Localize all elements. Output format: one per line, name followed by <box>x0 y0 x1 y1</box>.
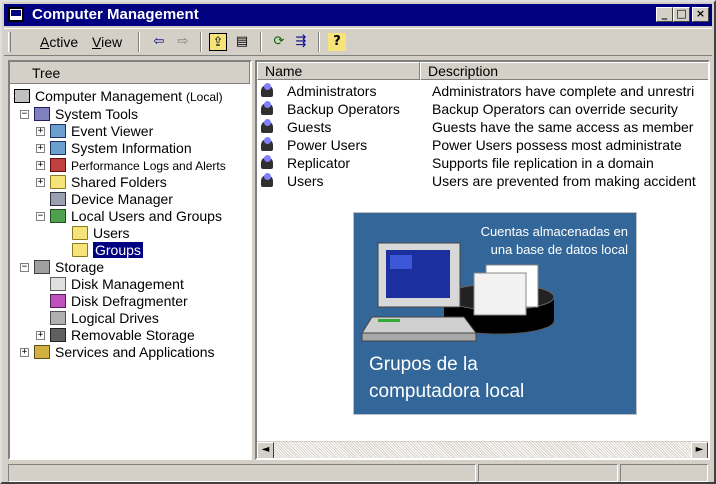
close-button[interactable]: × <box>692 7 709 22</box>
toolbar-separator <box>318 32 320 52</box>
illustration-caption-bottom: Grupos de la computadora local <box>369 354 525 402</box>
tree-node-storage[interactable]: − Storage <box>20 259 104 276</box>
status-panel-main <box>8 464 476 482</box>
column-header-description[interactable]: Description <box>420 62 708 80</box>
logical-drives-icon <box>50 311 66 325</box>
system-tools-icon <box>34 107 50 121</box>
system-information-icon <box>50 141 66 155</box>
tree-node-shared-folders[interactable]: + Shared Folders <box>36 174 167 191</box>
tree-node-computer-management[interactable]: Computer Management (Local) <box>14 88 223 105</box>
group-icon <box>260 119 276 135</box>
tree-node-system-information[interactable]: + System Information <box>36 140 192 157</box>
open-folder-icon <box>72 243 88 257</box>
toolbar-separator <box>260 32 262 52</box>
window-title: Computer Management <box>32 6 199 23</box>
group-name: Administrators <box>287 83 377 99</box>
tree-node-event-viewer[interactable]: + Event Viewer <box>36 123 153 140</box>
illustration-caption-top: Cuentas almacenadas en una base de datos… <box>480 224 628 257</box>
expand-icon[interactable]: + <box>36 161 45 170</box>
export-list-icon[interactable]: ⇶ <box>292 33 310 51</box>
menu-action[interactable]: Active <box>40 34 78 50</box>
status-panel-tertiary <box>620 464 708 482</box>
maximize-button[interactable]: □ <box>673 7 690 22</box>
up-folder-icon[interactable]: ⇪ <box>209 33 227 51</box>
forward-arrow-icon[interactable]: ⇨ <box>174 33 192 51</box>
collapse-icon[interactable]: − <box>20 263 29 272</box>
group-description: Backup Operators can override security <box>432 101 678 117</box>
menu-view[interactable]: View <box>92 34 122 50</box>
toolbar: Active View ⇦ ⇨ ⇪ ▤ ⟳ ⇶ ? <box>4 28 712 56</box>
back-arrow-icon[interactable]: ⇦ <box>150 33 168 51</box>
status-bar <box>4 464 712 482</box>
tree-node-disk-defragmenter[interactable]: Disk Defragmenter <box>50 293 188 310</box>
tree-node-performance-logs[interactable]: + Performance Logs and Alerts <box>36 157 226 174</box>
horizontal-scrollbar[interactable]: ◄ ► <box>257 441 708 458</box>
show-hide-tree-icon[interactable]: ▤ <box>233 33 251 51</box>
tree-node-logical-drives[interactable]: Logical Drives <box>50 310 159 327</box>
group-icon <box>260 155 276 171</box>
tree-node-device-manager[interactable]: Device Manager <box>50 191 173 208</box>
removable-storage-icon <box>50 328 66 342</box>
column-header-name[interactable]: Name <box>257 62 420 80</box>
tree-node-label: Computer Management <box>35 88 183 104</box>
collapse-icon[interactable]: − <box>36 212 45 221</box>
scroll-left-button[interactable]: ◄ <box>257 442 274 458</box>
computer-management-window: Computer Management _ □ × Active View ⇦ … <box>0 0 716 484</box>
computer-management-icon <box>8 7 24 22</box>
illustration-panel: Cuentas almacenadas en una base de datos… <box>353 212 637 415</box>
expand-icon[interactable]: + <box>36 144 45 153</box>
group-icon <box>260 83 276 99</box>
tree-node-suffix: (Local) <box>185 90 223 104</box>
event-viewer-icon <box>50 124 66 138</box>
group-icon <box>260 173 276 189</box>
group-name: Guests <box>287 119 332 135</box>
disk-management-icon <box>50 277 66 291</box>
details-pane[interactable]: Name Description Administrators Administ… <box>255 60 710 460</box>
disk-defragmenter-icon <box>50 294 66 308</box>
group-description: Supports file replication in a domain <box>432 155 654 171</box>
group-description: Power Users possess most administrate <box>432 137 682 153</box>
content-area: Tree Computer Management (Local) − System… <box>4 58 712 462</box>
toolbar-grip[interactable] <box>8 32 11 52</box>
expand-icon[interactable]: + <box>20 348 29 357</box>
computer-icon <box>14 89 30 103</box>
local-users-groups-icon <box>50 209 66 223</box>
shared-folders-icon <box>50 175 66 189</box>
toolbar-separator <box>138 32 140 52</box>
help-icon[interactable]: ? <box>328 33 346 51</box>
performance-logs-icon <box>50 158 66 172</box>
group-name: Users <box>287 173 324 189</box>
group-icon <box>260 101 276 117</box>
folder-icon <box>72 226 88 240</box>
group-icon <box>260 137 276 153</box>
services-applications-icon <box>34 345 50 359</box>
scroll-right-button[interactable]: ► <box>691 442 708 458</box>
tree-node-system-tools[interactable]: − System Tools <box>20 106 138 123</box>
tree-node-users[interactable]: Users <box>72 225 130 242</box>
expand-icon[interactable]: + <box>36 127 45 136</box>
tree-node-groups[interactable]: Groups <box>72 242 143 259</box>
group-name: Power Users <box>287 137 368 153</box>
title-bar[interactable]: Computer Management _ □ × <box>4 4 712 26</box>
device-manager-icon <box>50 192 66 206</box>
tree-node-removable-storage[interactable]: + Removable Storage <box>36 327 195 344</box>
group-description: Users are prevented from making accident <box>432 173 696 189</box>
group-description: Guests have the same access as member <box>432 119 694 135</box>
tree-header[interactable]: Tree <box>10 62 250 84</box>
refresh-icon[interactable]: ⟳ <box>270 33 288 51</box>
minimize-button[interactable]: _ <box>656 7 673 22</box>
expand-icon[interactable]: + <box>36 331 45 340</box>
collapse-icon[interactable]: − <box>20 110 29 119</box>
group-name: Backup Operators <box>287 101 400 117</box>
group-name: Replicator <box>287 155 351 171</box>
toolbar-separator <box>200 32 202 52</box>
group-description: Administrators have complete and unrestr… <box>432 83 695 99</box>
tree-node-services-and-applications[interactable]: + Services and Applications <box>20 344 215 361</box>
tree-node-local-users-and-groups[interactable]: − Local Users and Groups <box>36 208 222 225</box>
expand-icon[interactable]: + <box>36 178 45 187</box>
storage-icon <box>34 260 50 274</box>
tree-pane[interactable]: Tree Computer Management (Local) − System… <box>8 60 252 460</box>
status-panel-secondary <box>478 464 618 482</box>
tree-node-disk-management[interactable]: Disk Management <box>50 276 184 293</box>
